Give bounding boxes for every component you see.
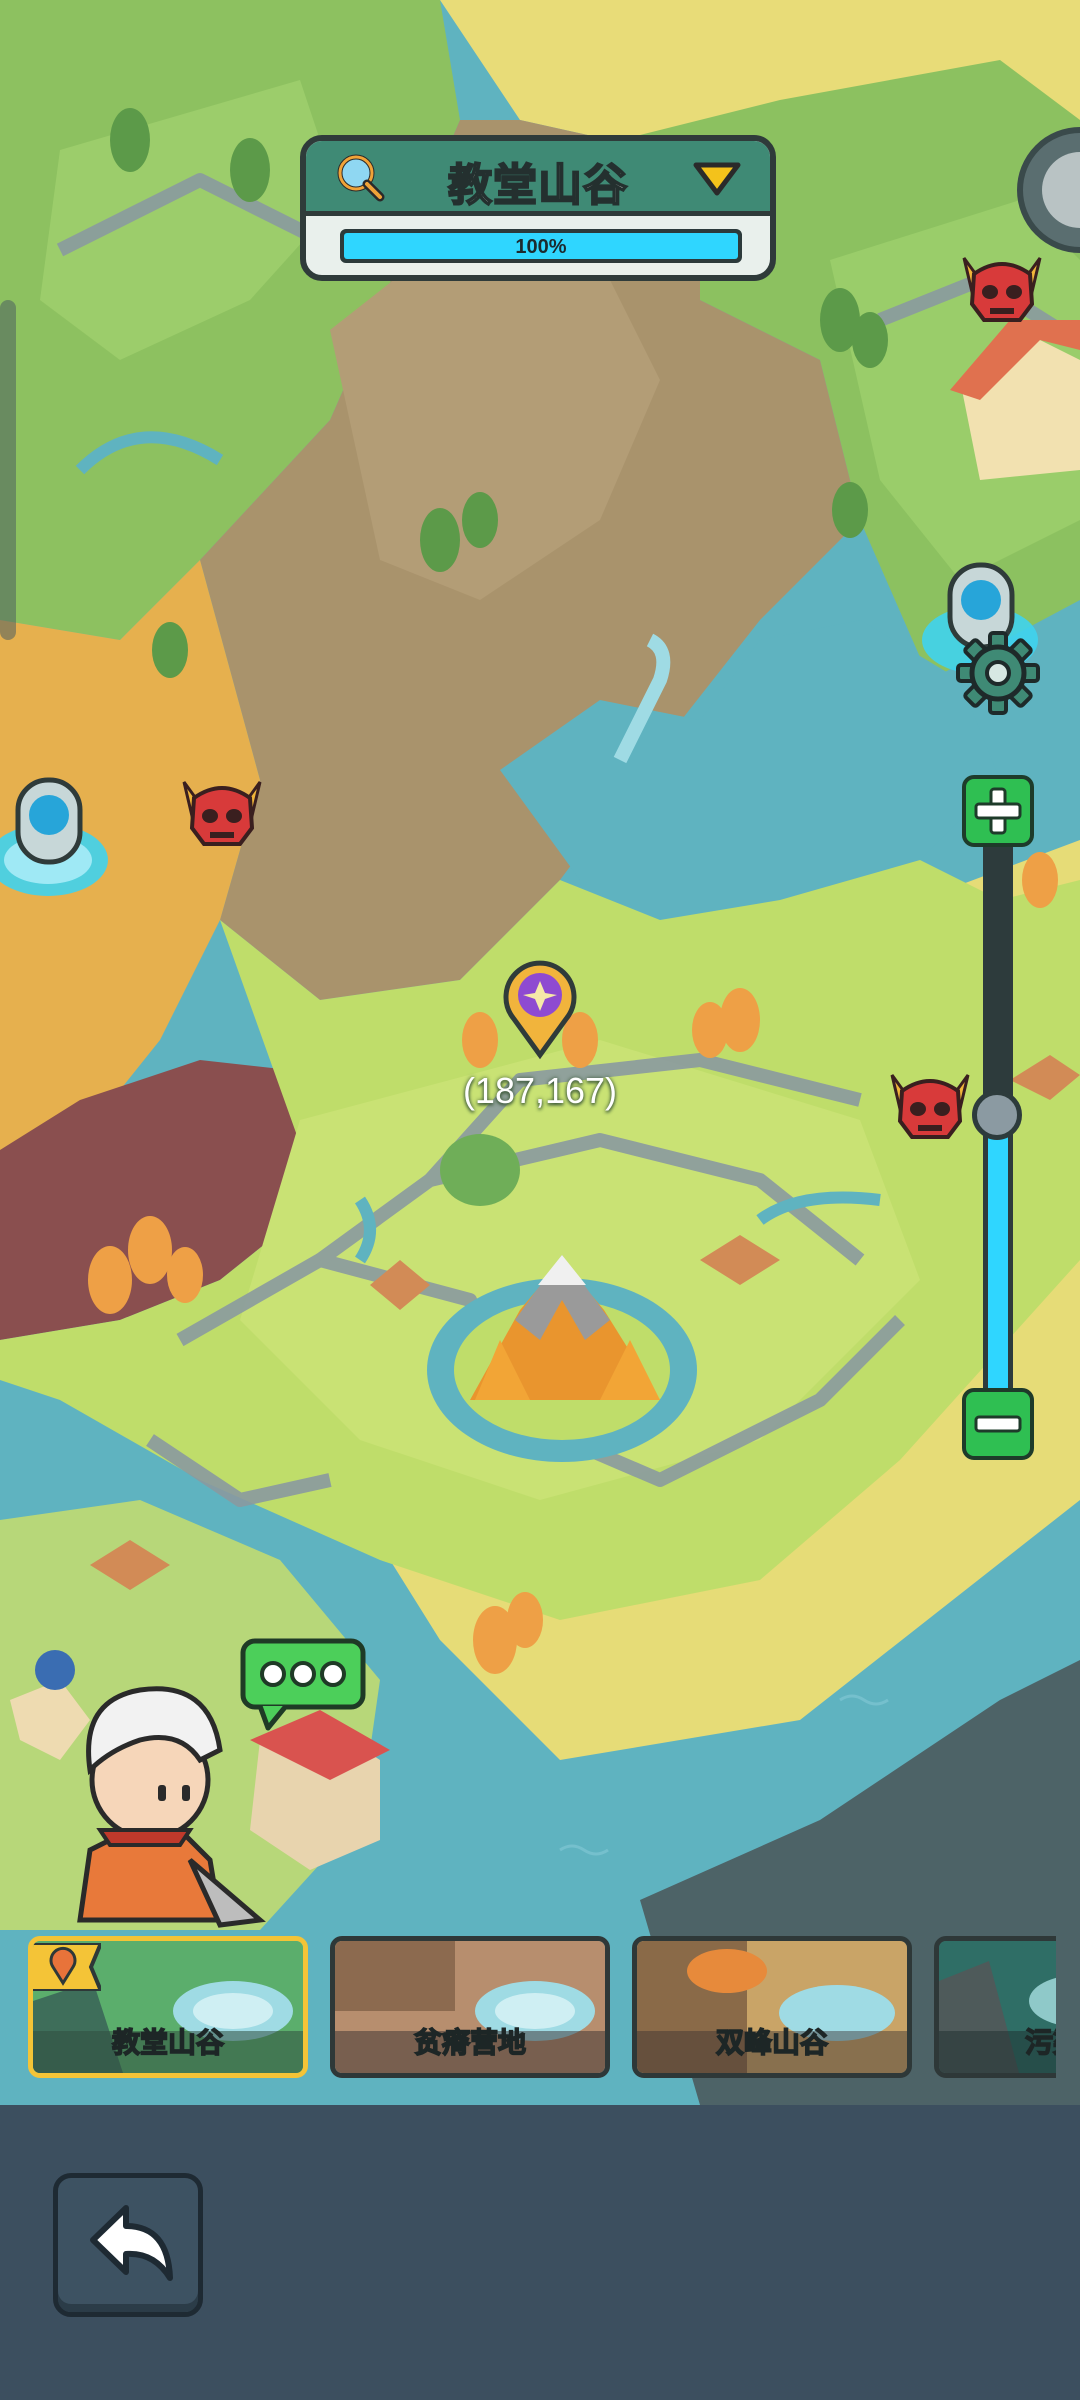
zoom-slider-handle[interactable] (972, 1090, 1022, 1140)
region-card-label: 贫瘠营地 (413, 2026, 527, 2059)
region-progress-bar: 100% (340, 229, 742, 263)
minus-icon (974, 1415, 1022, 1433)
zoom-in-button[interactable] (962, 775, 1034, 847)
zoom-out-button[interactable] (962, 1388, 1034, 1460)
back-button[interactable] (53, 2173, 203, 2317)
chevron-down-icon[interactable] (692, 161, 742, 197)
coordinate-label: (187,167) (462, 1070, 618, 1111)
zoom-slider-fill (988, 1115, 1008, 1395)
region-card-label: 教堂山谷 (111, 2026, 225, 2059)
region-selector-strip[interactable]: 教堂山谷 贫瘠营地 双峰山谷 污 (0, 1930, 1056, 2090)
region-card-chapel-valley[interactable]: 教堂山谷 (28, 1936, 308, 2078)
region-card-label: 污染 (1024, 2026, 1056, 2059)
region-card-twin-peak-valley[interactable]: 双峰山谷 (632, 1936, 912, 2078)
region-title-bar[interactable]: 教堂山谷 (306, 141, 770, 216)
region-card-polluted[interactable]: 污染 (934, 1936, 1056, 2078)
world-map[interactable] (0, 0, 1080, 2105)
gear-icon[interactable] (955, 630, 1041, 716)
game-map-view[interactable]: 教堂山谷 100% (187,167) 教堂山谷 贫瘠营地 双峰山谷 污 (0, 0, 1080, 2105)
region-progress-text: 100% (515, 236, 567, 258)
plus-icon (974, 787, 1022, 835)
region-title-panel[interactable]: 教堂山谷 100% (300, 135, 776, 281)
chat-bubble-icon[interactable] (240, 1638, 366, 1734)
location-pin-icon (33, 1943, 101, 1991)
back-arrow-icon (90, 2205, 173, 2281)
region-card-barren-camp[interactable]: 贫瘠营地 (330, 1936, 610, 2078)
region-card-label: 双峰山谷 (715, 2026, 829, 2059)
